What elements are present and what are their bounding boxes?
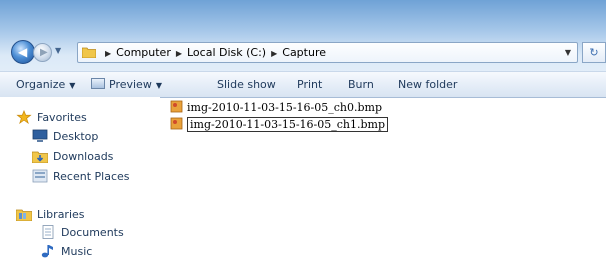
breadcrumb-computer[interactable]: Computer	[116, 46, 171, 59]
favorites-label: Favorites	[37, 111, 87, 124]
bitmap-file-icon	[170, 100, 183, 113]
file-list: img-2010-11-03-15-16-05_ch0.bmp img-2010…	[166, 97, 606, 264]
list-item-selected[interactable]: img-2010-11-03-15-16-05_ch1.bmp	[170, 117, 389, 132]
navigation-row: ◀ ▶ ▼ ▶ Computer ▶ Local Disk (C:) ▶ Capture …	[0, 38, 606, 66]
organize-button[interactable]: Organize ▼	[16, 78, 75, 91]
breadcrumb: ▶ Computer ▶ Local Disk (C:) ▶ Capture	[100, 46, 326, 59]
address-bar[interactable]: ▶ Computer ▶ Local Disk (C:) ▶ Capture ▼	[77, 42, 578, 63]
print-button[interactable]: Print	[297, 78, 322, 91]
recent-places-icon	[32, 169, 48, 183]
nav-libraries[interactable]: Libraries	[16, 207, 85, 221]
nav-desktop[interactable]: Desktop	[32, 129, 98, 143]
nav-documents[interactable]: Documents	[40, 225, 124, 239]
chevron-down-icon: ▼	[155, 81, 162, 90]
desktop-icon	[32, 129, 48, 142]
star-icon	[16, 110, 32, 124]
libraries-label: Libraries	[37, 208, 85, 221]
chevron-right-icon[interactable]: ▶	[176, 49, 182, 58]
file-name: img-2010-11-03-15-16-05_ch1.bmp	[187, 117, 389, 132]
navigation-pane: Favorites Desktop Downloads Recent Place…	[0, 97, 160, 264]
command-bar: Organize ▼ Preview ▼ Slide show Print Burn…	[0, 71, 606, 98]
nav-favorites[interactable]: Favorites	[16, 110, 87, 124]
preview-button[interactable]: Preview ▼	[91, 78, 162, 91]
back-button[interactable]: ◀	[11, 40, 35, 64]
folder-icon	[82, 47, 96, 58]
slide-show-button[interactable]: Slide show	[217, 78, 276, 91]
chevron-down-icon: ▼	[69, 81, 76, 90]
documents-label: Documents	[61, 226, 124, 239]
bitmap-file-icon	[170, 117, 183, 130]
libraries-icon	[16, 209, 32, 221]
nav-music[interactable]: Music	[40, 244, 92, 258]
new-folder-button[interactable]: New folder	[398, 78, 457, 91]
recent-places-label: Recent Places	[53, 170, 130, 183]
file-name: img-2010-11-03-15-16-05_ch0.bmp	[187, 101, 383, 114]
address-history-dropdown[interactable]: ▼	[565, 48, 571, 57]
downloads-label: Downloads	[53, 150, 114, 163]
organize-label: Organize	[16, 78, 66, 91]
list-item[interactable]: img-2010-11-03-15-16-05_ch0.bmp	[170, 100, 382, 114]
refresh-button[interactable]: ↻	[582, 42, 606, 63]
nav-recent-places[interactable]: Recent Places	[32, 169, 130, 183]
downloads-folder-icon	[32, 151, 48, 163]
preview-icon	[91, 78, 105, 89]
nav-downloads[interactable]: Downloads	[32, 149, 113, 163]
documents-icon	[42, 225, 54, 239]
burn-button[interactable]: Burn	[348, 78, 374, 91]
breadcrumb-local-disk[interactable]: Local Disk (C:)	[187, 46, 266, 59]
recent-pages-dropdown[interactable]: ▼	[55, 46, 61, 55]
arrow-left-icon: ◀	[18, 45, 28, 59]
arrow-right-icon: ▶	[40, 47, 48, 58]
breadcrumb-capture[interactable]: Capture	[282, 46, 326, 59]
refresh-icon: ↻	[589, 46, 599, 59]
chevron-right-icon[interactable]: ▶	[105, 49, 111, 58]
preview-label: Preview	[109, 78, 152, 91]
forward-button[interactable]: ▶	[33, 43, 52, 62]
desktop-label: Desktop	[53, 130, 99, 143]
music-label: Music	[61, 245, 93, 258]
chevron-right-icon[interactable]: ▶	[271, 49, 277, 58]
music-icon	[41, 245, 53, 258]
